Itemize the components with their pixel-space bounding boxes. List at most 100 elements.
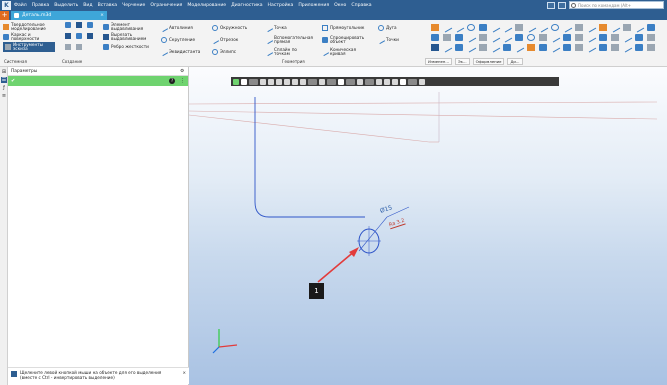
properties-icon[interactable] — [76, 33, 82, 39]
tool-icon[interactable] — [599, 34, 607, 41]
menu-window[interactable]: Окно — [334, 3, 346, 8]
tool-icon[interactable] — [443, 34, 451, 41]
confirm-check-icon[interactable]: ✔ — [11, 78, 16, 84]
zoom-icon[interactable] — [300, 78, 306, 85]
new-file-icon[interactable] — [65, 22, 71, 28]
tool-icon[interactable] — [563, 34, 571, 41]
app-logo-icon[interactable]: K — [2, 1, 11, 10]
visibility-icon[interactable] — [384, 78, 390, 85]
tool-icon[interactable] — [549, 32, 561, 43]
panels-icon[interactable] — [558, 1, 566, 9]
tool-icon[interactable] — [635, 34, 643, 41]
tool-icon[interactable] — [431, 24, 439, 31]
tool-icon[interactable] — [515, 24, 523, 31]
tool-icon[interactable] — [489, 42, 501, 53]
display-dropdown[interactable] — [346, 78, 355, 85]
tool-icon[interactable] — [621, 42, 633, 53]
tool-icon[interactable] — [479, 44, 487, 51]
tool-icon[interactable] — [611, 44, 619, 51]
menu-diagnostics[interactable]: Диагностика — [231, 3, 262, 8]
arc-button[interactable]: Дуга — [378, 22, 418, 34]
tool-icon[interactable] — [599, 24, 607, 31]
tool-icon[interactable] — [537, 22, 549, 33]
solid-modeling-button[interactable]: Твердотельное моделирование — [3, 22, 55, 32]
menu-constraints[interactable]: Ограничения — [150, 3, 182, 8]
autoline-button[interactable]: Автолиния — [159, 22, 200, 34]
filter-icon[interactable] — [400, 78, 406, 85]
ellipse-button[interactable]: Эллипс — [212, 46, 247, 58]
tool-icon[interactable] — [527, 34, 535, 41]
tool-icon[interactable] — [479, 34, 487, 41]
hide-icon[interactable] — [376, 78, 382, 85]
tool-icon[interactable] — [647, 44, 655, 51]
tool-icon[interactable] — [585, 32, 597, 43]
parameters-icon[interactable]: ☰ — [1, 77, 7, 83]
hint-close-icon[interactable]: × — [182, 370, 186, 382]
tool-icon[interactable] — [585, 22, 597, 33]
tool-icon[interactable] — [575, 34, 583, 41]
tool-icon[interactable] — [431, 44, 439, 51]
menu-select[interactable]: Выделить — [54, 3, 78, 8]
sketch-tools-button[interactable]: Инструменты эскиза — [3, 42, 55, 52]
tool-icon[interactable] — [465, 42, 477, 53]
tool-icon[interactable] — [501, 22, 513, 33]
dimension-dropdown[interactable]: Ди... — [507, 57, 523, 65]
document-tab[interactable]: Деталь.m3d × — [11, 11, 107, 20]
tool-icon[interactable] — [585, 42, 597, 53]
section-dropdown[interactable] — [365, 78, 374, 85]
tool-icon[interactable] — [467, 24, 475, 31]
rebuild-icon[interactable] — [87, 33, 93, 39]
tool-icon[interactable] — [441, 42, 453, 53]
offset-button[interactable]: Эквидистанта — [159, 46, 200, 58]
zoom-dropdown[interactable] — [308, 78, 317, 85]
undo-icon[interactable] — [65, 44, 71, 50]
fillet-button[interactable]: Скругление — [161, 34, 200, 46]
more-options-icon[interactable]: ⋮ — [180, 78, 185, 84]
tab-close-icon[interactable]: × — [100, 13, 104, 18]
tool-icon[interactable] — [551, 24, 559, 31]
measure-icon[interactable] — [292, 78, 298, 85]
select-icon[interactable] — [276, 78, 282, 85]
snap-icon[interactable] — [260, 78, 266, 85]
annotation-dropdown[interactable]: Оформление — [472, 57, 505, 65]
tool-icon[interactable] — [455, 44, 463, 51]
aux-line-button[interactable]: Вспомогательная прямая — [264, 34, 316, 46]
menu-modeling[interactable]: Моделирование — [187, 3, 226, 8]
conic-curve-button[interactable]: Коническая кривая — [320, 46, 374, 58]
tool-icon[interactable] — [561, 22, 573, 33]
tool-icon[interactable] — [441, 22, 453, 33]
tool-icon[interactable] — [575, 44, 583, 51]
tool-icon[interactable] — [549, 42, 561, 53]
tool-icon[interactable] — [489, 22, 501, 33]
menu-insert[interactable]: Вставка — [98, 3, 117, 8]
tool-icon[interactable] — [465, 32, 477, 43]
wireframe-surfaces-button[interactable]: Каркас и поверхности — [3, 32, 55, 42]
menu-view[interactable]: Вид — [83, 3, 92, 8]
tool-icon[interactable] — [575, 24, 583, 31]
points-button[interactable]: Точки — [376, 34, 418, 46]
point-button[interactable]: Точка — [264, 22, 316, 34]
grid-icon[interactable] — [268, 78, 274, 85]
tool-icon[interactable] — [563, 44, 571, 51]
command-search-input[interactable]: Поиск по командам (Alt+ — [569, 1, 664, 9]
tool-icon[interactable] — [527, 44, 535, 51]
tool-icon[interactable] — [479, 24, 487, 31]
new-document-button[interactable]: + — [0, 11, 9, 20]
tool-icon[interactable] — [539, 34, 547, 41]
menu-applications[interactable]: Приложения — [298, 3, 329, 8]
tool-icon[interactable] — [621, 32, 633, 43]
tool-icon[interactable] — [623, 24, 631, 31]
tree-icon[interactable]: ⊞ — [1, 69, 7, 75]
tool-icon[interactable] — [539, 44, 547, 51]
rectangle-button[interactable]: Прямоугольник — [322, 22, 374, 34]
tool-icon[interactable] — [513, 42, 525, 53]
spline-button[interactable]: Сплайн по точкам — [264, 46, 316, 58]
section-icon[interactable] — [357, 78, 363, 85]
filter-dropdown[interactable] — [249, 78, 258, 85]
tool-icon[interactable] — [453, 22, 465, 33]
modify-dropdown[interactable]: Изменен... — [425, 57, 452, 65]
menu-edit[interactable]: Правка — [32, 3, 49, 8]
menu-drawing[interactable]: Черчение — [122, 3, 145, 8]
print-icon[interactable] — [65, 33, 71, 39]
tool-icon[interactable] — [633, 22, 645, 33]
